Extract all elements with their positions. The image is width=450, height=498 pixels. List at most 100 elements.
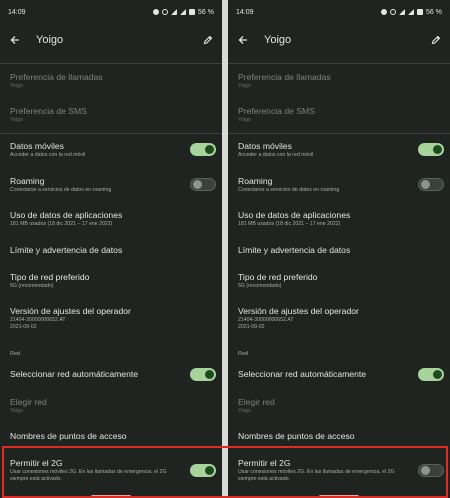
toggle-knob xyxy=(205,466,214,475)
sms-preference-value: Yoigo xyxy=(238,117,251,123)
mobile-data-title: Datos móviles xyxy=(10,141,64,151)
choose-network-item[interactable]: Elegir red Yoigo xyxy=(10,397,212,415)
divider xyxy=(0,63,222,64)
allow-2g-toggle[interactable] xyxy=(418,464,444,477)
allow-2g-title: Permitir el 2G xyxy=(238,458,291,468)
page-title: Yoigo xyxy=(264,34,292,46)
carrier-settings-version-title: Versión de ajustes del operador xyxy=(10,306,131,316)
mobile-data-toggle[interactable] xyxy=(190,143,216,156)
allow-2g-toggle[interactable] xyxy=(190,464,216,477)
page-title: Yoigo xyxy=(36,34,64,46)
battery-icon xyxy=(417,9,424,15)
carrier-settings-version-item[interactable]: Versión de ajustes del operador 21404-30… xyxy=(10,306,212,331)
call-preference-title: Preferencia de llamadas xyxy=(10,72,103,82)
edit-pencil-icon[interactable] xyxy=(202,34,214,46)
allow-2g-item[interactable]: Permitir el 2G Usar conexiones móviles 2… xyxy=(238,458,440,483)
toggle-knob xyxy=(433,145,442,154)
auto-network-item[interactable]: Seleccionar red automáticamente xyxy=(10,369,212,380)
phone-screen-left: 14:09 56 % Yoigo Preferencia de llamadas… xyxy=(0,0,222,498)
app-data-usage-title: Uso de datos de aplicaciones xyxy=(10,210,123,220)
roaming-item[interactable]: Roaming Conectarse a servicios de datos … xyxy=(238,176,440,194)
carrier-settings-version-title: Versión de ajustes del operador xyxy=(238,306,359,316)
auto-network-toggle[interactable] xyxy=(418,368,444,381)
allow-2g-summary: Usar conexiones móviles 2G. En las llama… xyxy=(10,469,167,475)
sms-preference-item[interactable]: Preferencia de SMS Yoigo xyxy=(238,106,440,124)
allow-2g-item[interactable]: Permitir el 2G Usar conexiones móviles 2… xyxy=(10,458,212,483)
mobile-data-item[interactable]: Datos móviles Acceder a datos con la red… xyxy=(238,141,440,159)
section-header-network: Red xyxy=(10,351,21,357)
network-type-value: 5G (recomendado) xyxy=(238,283,282,289)
battery-percent: 56 % xyxy=(198,8,214,16)
toggle-knob xyxy=(421,180,430,189)
sms-preference-item[interactable]: Preferencia de SMS Yoigo xyxy=(10,106,212,124)
network-type-value: 5G (recomendado) xyxy=(10,283,54,289)
allow-2g-summary-line2: siempre está activado. xyxy=(10,476,62,482)
auto-network-item[interactable]: Seleccionar red automáticamente xyxy=(238,369,440,380)
signal-icon xyxy=(180,9,187,15)
wifi-icon xyxy=(171,9,178,15)
toggle-knob xyxy=(193,180,202,189)
choose-network-title: Elegir red xyxy=(238,397,275,407)
choose-network-value: Yoigo xyxy=(238,408,251,414)
apn-item[interactable]: Nombres de puntos de acceso xyxy=(238,431,440,442)
auto-network-title: Seleccionar red automáticamente xyxy=(10,369,139,379)
sms-preference-title: Preferencia de SMS xyxy=(10,106,87,116)
carrier-settings-version-date: 2021-09-02 xyxy=(238,324,265,330)
alarm-icon xyxy=(162,9,169,15)
allow-2g-summary: Usar conexiones móviles 2G. En las llama… xyxy=(238,469,395,475)
choose-network-title: Elegir red xyxy=(10,397,47,407)
back-arrow-icon[interactable] xyxy=(8,33,22,47)
call-preference-title: Preferencia de llamadas xyxy=(238,72,331,82)
roaming-summary: Conectarse a servicios de datos en roami… xyxy=(238,187,340,193)
apn-title: Nombres de puntos de acceso xyxy=(10,431,127,441)
roaming-toggle[interactable] xyxy=(418,178,444,191)
carrier-settings-version-date: 2021-09-02 xyxy=(10,324,37,330)
battery-icon xyxy=(189,9,196,15)
status-bar: 14:09 56 % xyxy=(0,0,222,24)
allow-2g-title: Permitir el 2G xyxy=(10,458,63,468)
mobile-data-toggle[interactable] xyxy=(418,143,444,156)
call-preference-item[interactable]: Preferencia de llamadas Yoigo xyxy=(10,72,212,90)
data-limit-item[interactable]: Límite y advertencia de datos xyxy=(238,245,440,256)
data-limit-item[interactable]: Límite y advertencia de datos xyxy=(10,245,212,256)
auto-network-toggle[interactable] xyxy=(190,368,216,381)
data-limit-title: Límite y advertencia de datos xyxy=(238,245,351,255)
app-bar: Yoigo xyxy=(0,24,222,56)
section-header-network: Red xyxy=(238,351,249,357)
mobile-data-summary: Acceder a datos con la red móvil xyxy=(10,152,86,158)
notification-icon xyxy=(381,9,388,15)
network-type-item[interactable]: Tipo de red preferido 5G (recomendado) xyxy=(10,272,212,290)
carrier-settings-version-value: 21404-30000000652.AT xyxy=(10,317,66,323)
status-time: 14:09 xyxy=(236,8,254,16)
toggle-knob xyxy=(433,370,442,379)
signal-icon xyxy=(408,9,415,15)
back-arrow-icon[interactable] xyxy=(236,33,250,47)
status-time: 14:09 xyxy=(8,8,26,16)
data-limit-title: Límite y advertencia de datos xyxy=(10,245,123,255)
carrier-settings-version-item[interactable]: Versión de ajustes del operador 21404-30… xyxy=(238,306,440,331)
app-data-usage-item[interactable]: Uso de datos de aplicaciones 181 MB usad… xyxy=(10,210,212,228)
app-data-usage-item[interactable]: Uso de datos de aplicaciones 181 MB usad… xyxy=(238,210,440,228)
mobile-data-summary: Acceder a datos con la red móvil xyxy=(238,152,314,158)
divider xyxy=(0,133,222,134)
mobile-data-item[interactable]: Datos móviles Acceder a datos con la red… xyxy=(10,141,212,159)
edit-pencil-icon[interactable] xyxy=(430,34,442,46)
alarm-icon xyxy=(390,9,397,15)
app-data-usage-summary: 181 MB usados (18 dic 2021 – 17 ene 2022… xyxy=(238,221,341,227)
apn-item[interactable]: Nombres de puntos de acceso xyxy=(10,431,212,442)
allow-2g-summary-line2: siempre está activado. xyxy=(238,476,290,482)
wifi-icon xyxy=(399,9,406,15)
divider xyxy=(228,63,450,64)
roaming-toggle[interactable] xyxy=(190,178,216,191)
choose-network-item[interactable]: Elegir red Yoigo xyxy=(238,397,440,415)
app-data-usage-summary: 181 MB usados (18 dic 2021 – 17 ene 2022… xyxy=(10,221,113,227)
status-bar: 14:09 56 % xyxy=(228,0,450,24)
network-type-item[interactable]: Tipo de red preferido 5G (recomendado) xyxy=(238,272,440,290)
carrier-settings-version-value: 21404-30000000652.AT xyxy=(238,317,294,323)
divider xyxy=(228,133,450,134)
toggle-knob xyxy=(421,466,430,475)
auto-network-title: Seleccionar red automáticamente xyxy=(238,369,367,379)
call-preference-item[interactable]: Preferencia de llamadas Yoigo xyxy=(238,72,440,90)
roaming-title: Roaming xyxy=(238,176,273,186)
roaming-item[interactable]: Roaming Conectarse a servicios de datos … xyxy=(10,176,212,194)
